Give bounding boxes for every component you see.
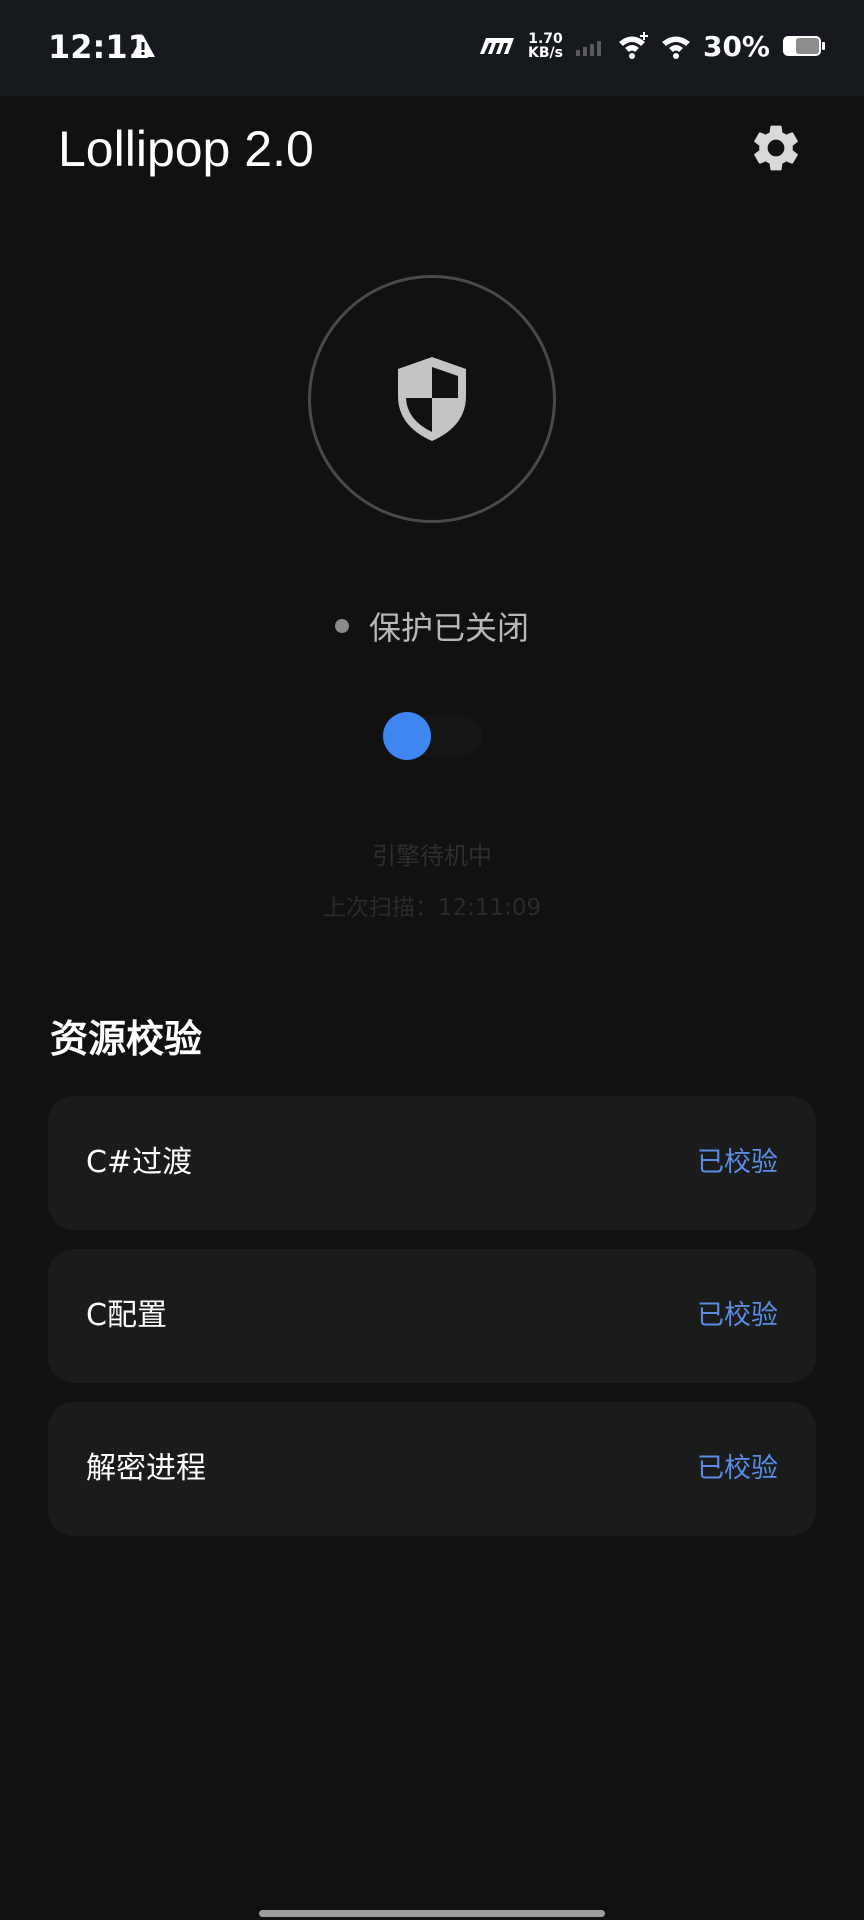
toggle-knob bbox=[383, 712, 431, 760]
resource-status: 已校验 bbox=[697, 1300, 778, 1331]
status-dot bbox=[334, 619, 349, 633]
resource-status: 已校验 bbox=[697, 1453, 778, 1484]
engine-status-text: 引擎待机中 bbox=[372, 842, 492, 870]
resource-status: 已校验 bbox=[697, 1147, 778, 1178]
resource-name: C#过渡 bbox=[86, 1145, 193, 1180]
wifi-plus-icon bbox=[618, 32, 648, 59]
settings-button[interactable] bbox=[748, 120, 804, 176]
wifi-icon bbox=[661, 36, 690, 59]
home-indicator[interactable] bbox=[259, 1910, 605, 1917]
carrier-logo-icon bbox=[480, 38, 514, 54]
resource-name: 解密进程 bbox=[86, 1451, 206, 1486]
resource-card[interactable]: C配置 已校验 bbox=[48, 1249, 816, 1383]
protection-shield-circle[interactable] bbox=[308, 275, 556, 523]
status-bar: 12:11 1.70 KB/s 30% bbox=[0, 0, 864, 96]
app-title: Lollipop 2.0 bbox=[58, 121, 314, 177]
protection-toggle[interactable] bbox=[382, 712, 482, 760]
last-scan-text: 上次扫描：12:11:09 bbox=[322, 895, 542, 921]
protection-status-text: 保护已关闭 bbox=[368, 609, 529, 647]
signal-icon bbox=[575, 41, 601, 56]
battery-icon bbox=[783, 36, 825, 56]
resource-card[interactable]: 解密进程 已校验 bbox=[48, 1402, 816, 1536]
section-title: 资源校验 bbox=[50, 1017, 203, 1061]
network-speed-unit: KB/s bbox=[528, 45, 563, 61]
battery-percent: 30% bbox=[702, 29, 770, 63]
network-speed-value: 1.70 bbox=[528, 31, 563, 47]
protection-status: 保护已关闭 bbox=[0, 602, 864, 650]
resource-card[interactable]: C#过渡 已校验 bbox=[48, 1096, 816, 1230]
alert-icon bbox=[131, 35, 155, 57]
status-icons: 1.70 KB/s 30% bbox=[478, 26, 826, 66]
shield-icon bbox=[398, 357, 466, 441]
resource-name: C配置 bbox=[86, 1298, 167, 1333]
gear-icon bbox=[754, 125, 798, 171]
network-speed: 1.70 KB/s bbox=[528, 32, 563, 60]
